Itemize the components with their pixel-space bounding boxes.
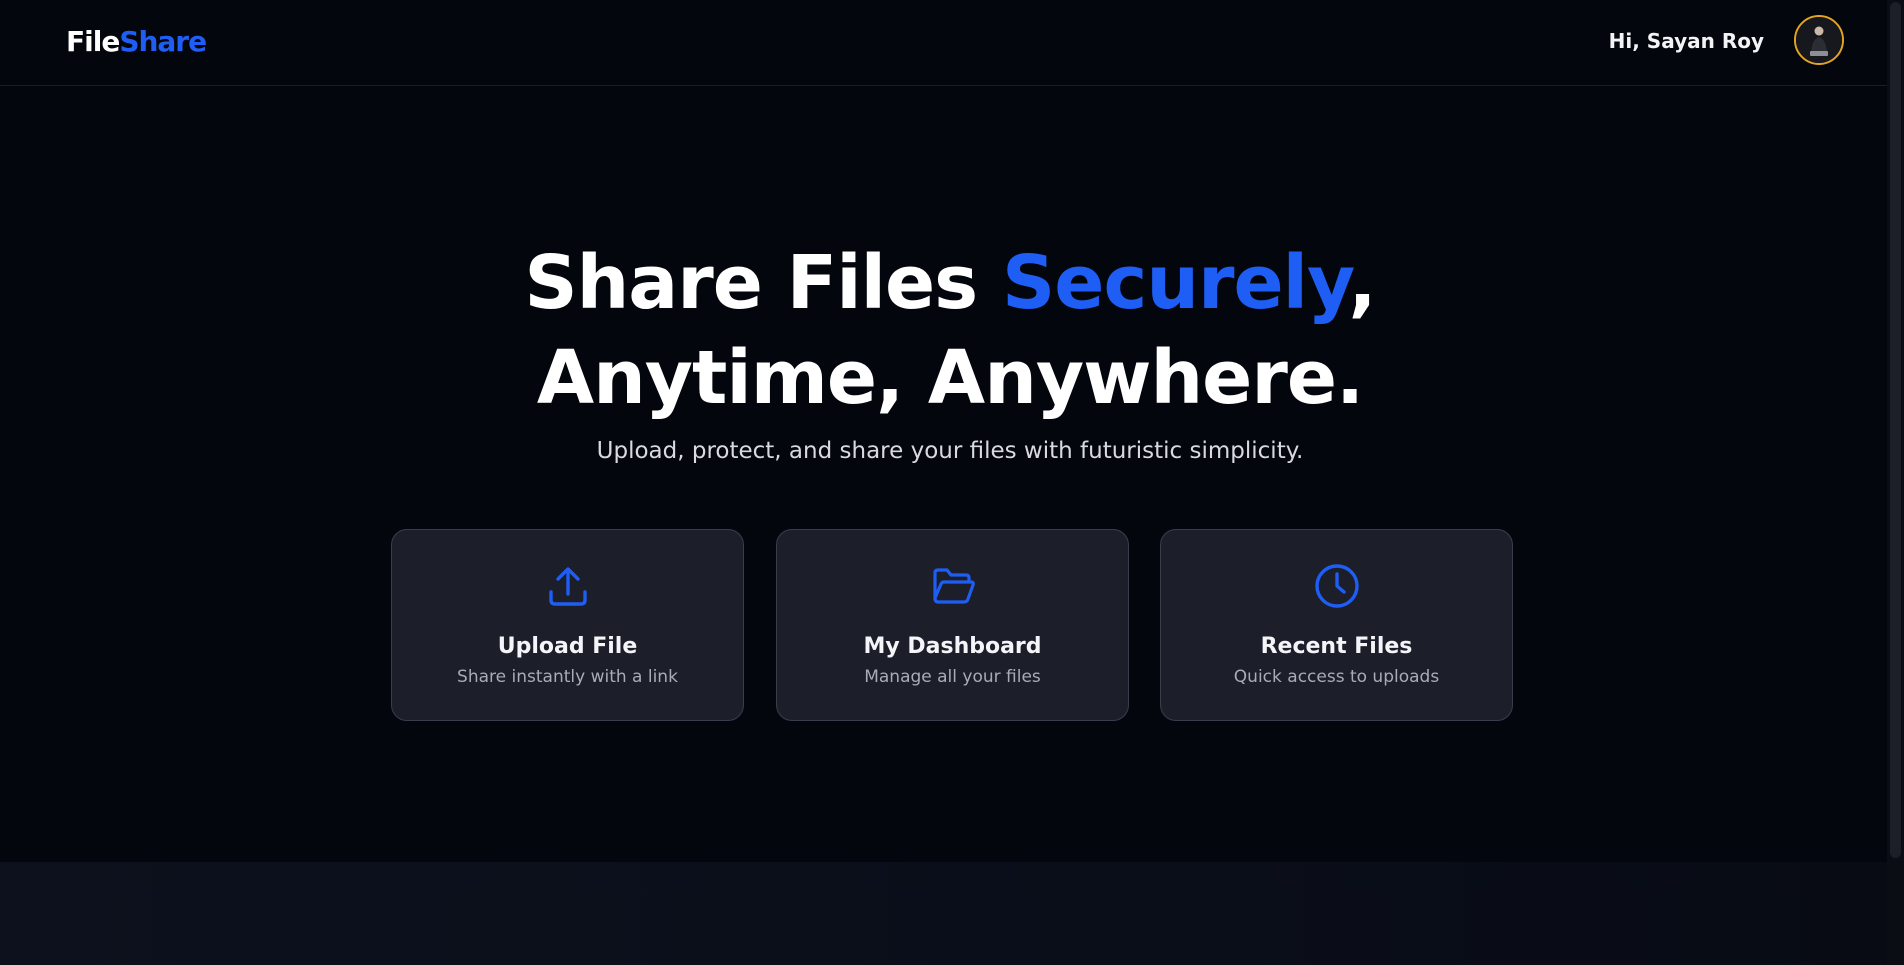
action-cards: Upload File Share instantly with a link … (391, 529, 1513, 721)
card-title: My Dashboard (863, 634, 1042, 659)
next-section (0, 862, 1887, 965)
recent-files-card[interactable]: Recent Files Quick access to uploads (1160, 529, 1513, 721)
card-description: Quick access to uploads (1233, 667, 1440, 687)
hero-title-line2: Anytime, Anywhere. (536, 335, 1364, 421)
clock-icon (1315, 564, 1359, 608)
logo-text-primary: File (66, 25, 120, 58)
hero-section: Share Files Securely, Anytime, Anywhere.… (0, 86, 1887, 862)
card-description: Manage all your files (864, 667, 1041, 687)
hero-title-comma: , (1348, 240, 1377, 326)
scrollbar-thumb[interactable] (1890, 2, 1901, 858)
navbar: FileShare Hi, Sayan Roy (0, 0, 1887, 86)
folder-open-icon (933, 568, 975, 604)
my-dashboard-card[interactable]: My Dashboard Manage all your files (776, 529, 1129, 721)
hero-subtitle: Upload, protect, and share your files wi… (596, 438, 1304, 464)
logo[interactable]: FileShare (66, 24, 207, 60)
upload-file-card[interactable]: Upload File Share instantly with a link (391, 529, 744, 721)
card-description: Share instantly with a link (457, 667, 678, 687)
page: FileShare Hi, Sayan Roy Share Files Secu… (0, 0, 1904, 965)
hero-title: Share Files Securely, Anytime, Anywhere. (0, 236, 1900, 426)
upload-icon (549, 567, 587, 606)
user-avatar-icon (1796, 17, 1842, 63)
hero-title-accent: Securely (1001, 240, 1350, 326)
vertical-scrollbar[interactable] (1887, 0, 1904, 965)
user-greeting: Hi, Sayan Roy (1608, 29, 1764, 53)
user-avatar[interactable] (1794, 15, 1844, 65)
card-title: Recent Files (1260, 634, 1413, 659)
card-title: Upload File (497, 634, 638, 659)
hero-title-prefix: Share Files (524, 240, 1002, 326)
logo-text-accent: Share (119, 25, 207, 58)
